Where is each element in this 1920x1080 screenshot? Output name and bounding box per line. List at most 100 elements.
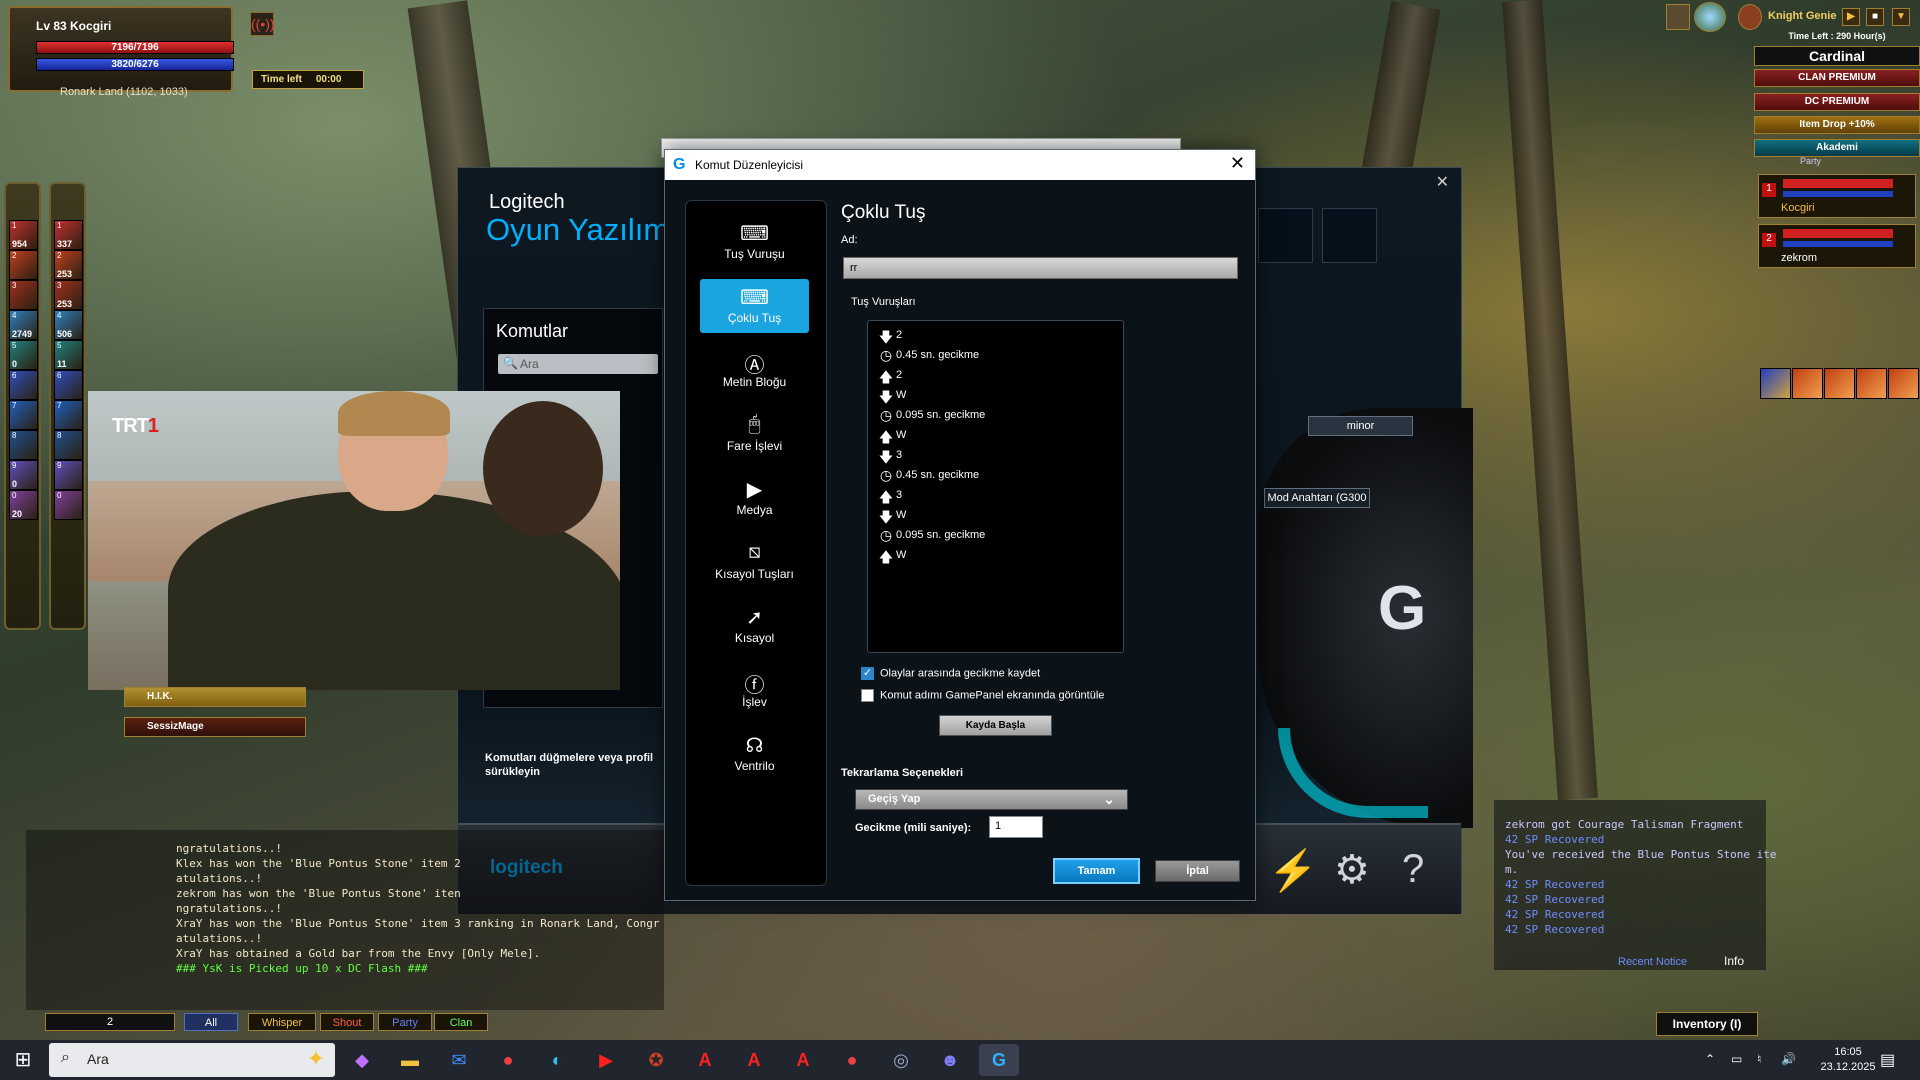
logitech-taskbar-icon[interactable]: G xyxy=(979,1044,1019,1076)
chevron-up-icon[interactable]: ⌃ xyxy=(1705,1052,1715,1066)
skill-slot[interactable]: 50 xyxy=(9,340,38,370)
skill-slot[interactable]: 4 2749 xyxy=(9,310,38,340)
dialog-titlebar[interactable]: G Komut Düzenleyicisi ✕ xyxy=(665,150,1255,180)
skill-slot[interactable]: 3 253 xyxy=(54,280,83,310)
keystroke-row[interactable]: ◷ 0.45 sn. gecikme xyxy=(878,467,979,485)
recent-notice-tab[interactable]: Recent Notice xyxy=(1618,956,1687,968)
start-recording-button[interactable]: Kayda Başla xyxy=(939,715,1052,736)
sidebar-item-hotkey[interactable]: ⧅ Kısayol Tuşları xyxy=(700,535,809,589)
show-gamepanel-checkbox[interactable]: Komut adımı GamePanel ekranında görüntül… xyxy=(861,689,1104,702)
profile-slot[interactable] xyxy=(1258,208,1313,263)
tab-all[interactable]: All xyxy=(184,1013,238,1031)
skill-slot[interactable]: 4 506 xyxy=(54,310,83,340)
system-clock[interactable]: 16:05 23.12.2025 xyxy=(1808,1045,1888,1075)
chrome-icon[interactable]: ● xyxy=(488,1044,528,1076)
game-launcher-icon[interactable]: ✪ xyxy=(636,1044,676,1076)
skill-slot[interactable]: 8 xyxy=(54,430,83,460)
skill-slot[interactable]: 9 xyxy=(54,460,83,490)
sidebar-item-headset[interactable]: ☊ Ventrilo xyxy=(700,727,809,781)
tab-shout[interactable]: Shout xyxy=(320,1013,374,1031)
skill-slot[interactable]: 2 xyxy=(9,250,38,280)
keystroke-row[interactable]: 🡇 2 xyxy=(878,327,902,345)
tab-whisper[interactable]: Whisper xyxy=(248,1013,316,1031)
keystroke-row[interactable]: 🡇 W xyxy=(878,387,907,405)
notification-icon[interactable]: ▤ xyxy=(1880,1050,1895,1070)
windows-start-icon[interactable]: ⊞ xyxy=(0,1040,46,1080)
skill-slot[interactable]: 8 xyxy=(9,430,38,460)
steam-icon[interactable]: ◎ xyxy=(881,1044,921,1076)
skill-slot[interactable]: 6 xyxy=(9,370,38,400)
outlook-icon[interactable]: ✉ xyxy=(439,1044,479,1076)
taskbar-search-input[interactable]: ⌕ Ara ✦ xyxy=(49,1043,335,1077)
stop-icon[interactable]: ■ xyxy=(1866,8,1884,26)
buff-icon[interactable] xyxy=(1792,368,1823,399)
acrobat-icon[interactable]: A xyxy=(685,1044,725,1076)
minimize-icon[interactable]: ▼ xyxy=(1892,8,1910,26)
profile-slot[interactable] xyxy=(1322,208,1377,263)
skill-slot[interactable]: 2 253 xyxy=(54,250,83,280)
keystrokes-list[interactable]: 🡇 2 ◷ 0.45 sn. gecikme 🡅 2 🡇 W ◷ 0.095 sn. gecikm… xyxy=(867,320,1124,653)
sidebar-item-function[interactable]: ⓕ İşlev xyxy=(700,663,809,717)
chrome-profile-icon[interactable]: ● xyxy=(832,1044,872,1076)
gear-icon[interactable]: ⚙ xyxy=(1334,847,1370,893)
skill-slot[interactable]: 7 xyxy=(54,400,83,430)
cancel-button[interactable]: İptal xyxy=(1155,860,1240,882)
copilot-icon[interactable]: ◆ xyxy=(342,1044,382,1076)
keystroke-row[interactable]: 🡅 2 xyxy=(878,367,902,385)
party-member[interactable]: 2 zekrom xyxy=(1758,224,1916,268)
keystroke-row[interactable]: ◷ 0.095 sn. gecikme xyxy=(878,407,985,425)
chat-channel-field[interactable]: 2 xyxy=(45,1013,175,1031)
skill-slot[interactable]: 0 xyxy=(54,490,83,520)
commands-search-input[interactable]: 🔍 Ara xyxy=(498,354,658,374)
volume-icon[interactable]: 🔊 xyxy=(1781,1052,1796,1066)
keystroke-row[interactable]: 🡅 W xyxy=(878,427,907,445)
keystroke-row[interactable]: 🡇 W xyxy=(878,507,907,525)
signal-icon[interactable]: ((•)) xyxy=(250,12,275,36)
sidebar-item-mouse[interactable]: 🖱 Fare İşlevi xyxy=(700,407,809,461)
skill-slot[interactable]: 1 337 xyxy=(54,220,83,250)
discord-icon[interactable]: ☻ xyxy=(930,1044,970,1076)
tab-clan[interactable]: Clan xyxy=(434,1013,488,1031)
globe-icon[interactable] xyxy=(1694,2,1726,32)
skill-slot[interactable]: 6 xyxy=(54,370,83,400)
network-icon[interactable]: ▭ xyxy=(1731,1052,1742,1066)
clan-list-item[interactable]: SessizMage xyxy=(124,717,306,737)
tab-party[interactable]: Party xyxy=(378,1013,432,1031)
skill-slot[interactable]: 90 xyxy=(9,460,38,490)
delay-input[interactable]: 1 xyxy=(989,816,1043,838)
help-icon[interactable]: ? xyxy=(1402,847,1424,892)
acrobat-icon[interactable]: A xyxy=(783,1044,823,1076)
minor-label[interactable]: minor xyxy=(1308,416,1413,436)
skill-slot[interactable]: 0 20 xyxy=(9,490,38,520)
youtube-icon[interactable]: ▶ xyxy=(586,1044,626,1076)
buff-icon[interactable] xyxy=(1856,368,1887,399)
keystroke-row[interactable]: 🡅 W xyxy=(878,547,907,565)
microphone-icon[interactable]: ♮ xyxy=(1757,1052,1761,1066)
genie-icon[interactable] xyxy=(1738,4,1762,30)
close-icon[interactable]: ✕ xyxy=(1230,153,1245,174)
info-tab[interactable]: Info xyxy=(1724,954,1744,968)
edge-icon[interactable]: ◐ xyxy=(537,1044,577,1076)
sidebar-item-play[interactable]: ▶ Medya xyxy=(700,471,809,525)
acrobat-icon[interactable]: A xyxy=(734,1044,774,1076)
party-member[interactable]: 1 Kocgiri xyxy=(1758,174,1916,218)
gaming-panel-icon[interactable]: ⚡ xyxy=(1268,847,1318,894)
buff-icon[interactable] xyxy=(1760,368,1791,399)
skill-slot[interactable]: 1 954 xyxy=(9,220,38,250)
file-explorer-icon[interactable]: ▬ xyxy=(390,1044,430,1076)
clan-list-item[interactable]: H.I.K. xyxy=(124,687,306,707)
keystroke-row[interactable]: 🡅 3 xyxy=(878,487,902,505)
keystroke-row[interactable]: 🡇 3 xyxy=(878,447,902,465)
buff-icon[interactable] xyxy=(1824,368,1855,399)
ok-button[interactable]: Tamam xyxy=(1053,858,1140,884)
inventory-button[interactable]: Inventory (I) xyxy=(1656,1012,1758,1036)
skill-slot[interactable]: 3 xyxy=(9,280,38,310)
sidebar-item-text-block[interactable]: Ⓐ Metin Bloğu xyxy=(700,343,809,397)
buff-icon[interactable] xyxy=(1888,368,1919,399)
macro-name-input[interactable]: rr xyxy=(843,257,1238,279)
keystroke-row[interactable]: ◷ 0.45 sn. gecikme xyxy=(878,347,979,365)
skill-slot[interactable]: 7 xyxy=(9,400,38,430)
sidebar-item-shortcut-arrow[interactable]: ➚ Kısayol xyxy=(700,599,809,653)
akademi-badge[interactable]: Akademi xyxy=(1754,139,1920,157)
mod-switch-label[interactable]: Mod Anahtarı (G300 xyxy=(1264,488,1370,508)
